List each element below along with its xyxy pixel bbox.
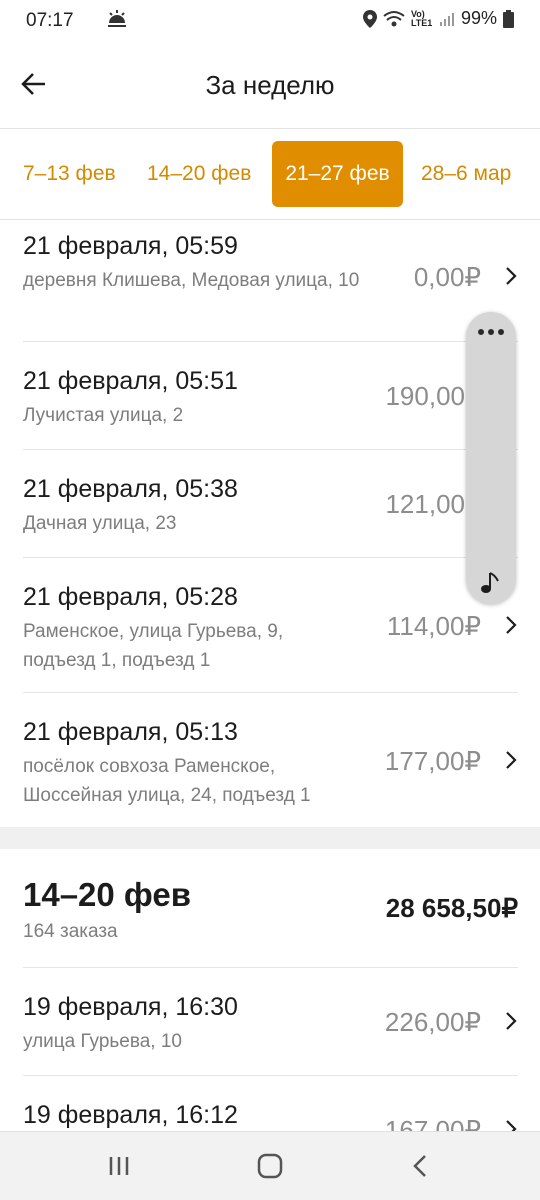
network-label: Vo) LTE1 [410, 8, 433, 28]
page-title: За неделю [205, 70, 335, 100]
location-icon [362, 9, 377, 28]
divider [23, 1075, 518, 1076]
divider [23, 692, 518, 693]
order-address: Лучистая улица, 2 [23, 405, 184, 426]
divider [23, 449, 518, 450]
floating-panel[interactable] [466, 312, 516, 604]
status-icons: Vo) LTE1 99% [362, 8, 514, 29]
divider [23, 557, 518, 558]
order-datetime: 21 февраля, 05:51 [23, 367, 238, 395]
more-horizontal-icon[interactable] [476, 328, 506, 336]
tab-week-3-active[interactable]: 21–27 фев [272, 141, 403, 207]
order-address: Дачная улица, 23 [23, 513, 177, 534]
divider [23, 341, 518, 342]
battery-icon [503, 9, 514, 28]
status-time: 07:17 [26, 10, 74, 31]
back-nav-icon[interactable] [406, 1152, 436, 1180]
battery-percent: 99% [460, 8, 497, 28]
divider [23, 967, 518, 968]
week-summary-title: 14–20 фев [23, 876, 192, 913]
app-header: За неделю [0, 40, 540, 129]
order-datetime: 21 февраля, 05:13 [23, 718, 238, 746]
chevron-right-icon [506, 1012, 517, 1030]
order-address: деревня Клишева, Медовая улица, 10 [23, 270, 360, 291]
week-tabs: 7–13 фев 14–20 фев 21–27 фев 28–6 мар [0, 129, 540, 220]
order-price: 177,00₽ [384, 746, 481, 776]
weather-icon [108, 10, 126, 27]
tab-week-2[interactable]: 14–20 фев [147, 141, 251, 207]
chevron-right-icon [506, 751, 517, 769]
order-datetime: 19 февраля, 16:30 [23, 993, 238, 1021]
tab-week-1[interactable]: 7–13 фев [23, 141, 116, 207]
order-address: Раменское, улица Гурьева, 9, подъезд 1, … [23, 621, 284, 671]
order-price: 226,00₽ [384, 1007, 481, 1037]
signal-icon [439, 12, 454, 26]
home-icon[interactable] [255, 1152, 285, 1180]
order-datetime: 21 февраля, 05:38 [23, 475, 238, 503]
chevron-right-icon [506, 267, 517, 285]
status-bar: 07:17 Vo) LTE1 99% [0, 0, 540, 40]
order-price: 121,00 [385, 489, 465, 519]
system-nav-bar [0, 1131, 540, 1200]
wifi-icon [383, 10, 405, 26]
order-price: 114,00₽ [386, 611, 481, 641]
order-price: 190,00 [385, 381, 465, 411]
order-address: улица Гурьева, 10 [23, 1031, 182, 1052]
week-summary-total: 28 658,50₽ [385, 893, 518, 923]
order-datetime: 21 февраля, 05:59 [23, 232, 238, 260]
order-price: 0,00₽ [413, 262, 481, 292]
section-separator [0, 827, 540, 849]
chevron-right-icon [506, 616, 517, 634]
order-datetime: 19 февраля, 16:12 [23, 1101, 238, 1129]
recent-apps-icon[interactable] [104, 1152, 134, 1180]
music-note-icon[interactable] [479, 570, 501, 594]
order-datetime: 21 февраля, 05:28 [23, 583, 238, 611]
week-summary-count: 164 заказа [23, 921, 118, 942]
tab-week-4[interactable]: 28–6 мар [421, 141, 511, 207]
order-address: посёлок совхоза Раменское, Шоссейная ули… [23, 756, 311, 806]
